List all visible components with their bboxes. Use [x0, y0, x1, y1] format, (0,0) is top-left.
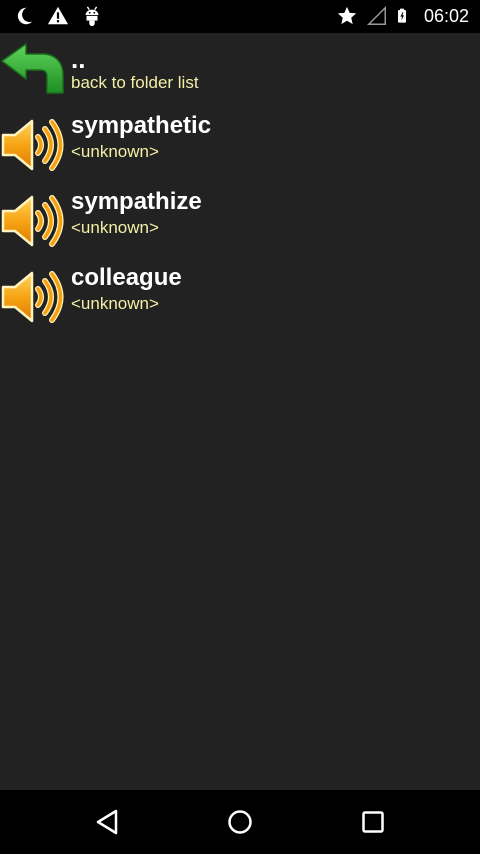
list-item-subtitle: <unknown>: [71, 142, 159, 161]
list-item-text: sympathetic <unknown>: [71, 112, 211, 162]
battery-icon: [397, 8, 406, 23]
list-item[interactable]: sympathize <unknown>: [0, 183, 480, 259]
nav-back-button[interactable]: [87, 804, 127, 840]
list-item[interactable]: colleague <unknown>: [0, 259, 480, 335]
list-item-text: sympathize <unknown>: [71, 188, 202, 238]
list-item-subtitle: <unknown>: [71, 294, 159, 313]
nav-recents-button[interactable]: [353, 804, 393, 840]
recents-icon: [362, 811, 384, 833]
star-icon: [337, 6, 357, 25]
list-item-back-to-folders[interactable]: .. back to folder list: [0, 33, 480, 107]
home-icon: [228, 810, 252, 834]
status-right-icons: 06:02: [336, 5, 469, 27]
list-item-title: sympathetic: [71, 112, 212, 139]
navigation-bar: [0, 790, 480, 854]
file-list: .. back to folder list sympathetic <unkn…: [0, 33, 480, 335]
list-item[interactable]: sympathetic <unknown>: [0, 107, 480, 183]
status-bar: 06:02: [0, 0, 480, 33]
back-item-subtitle: back to folder list: [71, 73, 199, 92]
speaker-icon: [0, 189, 64, 253]
warning-icon: [47, 6, 69, 25]
status-time: 06:02: [423, 6, 469, 26]
nav-home-button[interactable]: [220, 804, 260, 840]
list-item-title: sympathize: [71, 188, 202, 215]
list-item-text: colleague <unknown>: [71, 264, 182, 314]
list-item-subtitle: <unknown>: [71, 218, 159, 237]
back-icon: [96, 809, 118, 835]
signal-icon: [366, 5, 386, 25]
speaker-icon: [0, 265, 64, 329]
back-item-text: .. back to folder list: [71, 44, 199, 93]
android-debug-icon: [85, 6, 99, 27]
status-left-icons: [13, 5, 103, 27]
list-item-title: colleague: [71, 264, 182, 291]
back-arrow-icon: [0, 41, 64, 105]
speaker-icon: [0, 113, 64, 177]
back-item-title: ..: [71, 44, 86, 74]
moon-icon: [17, 7, 33, 25]
